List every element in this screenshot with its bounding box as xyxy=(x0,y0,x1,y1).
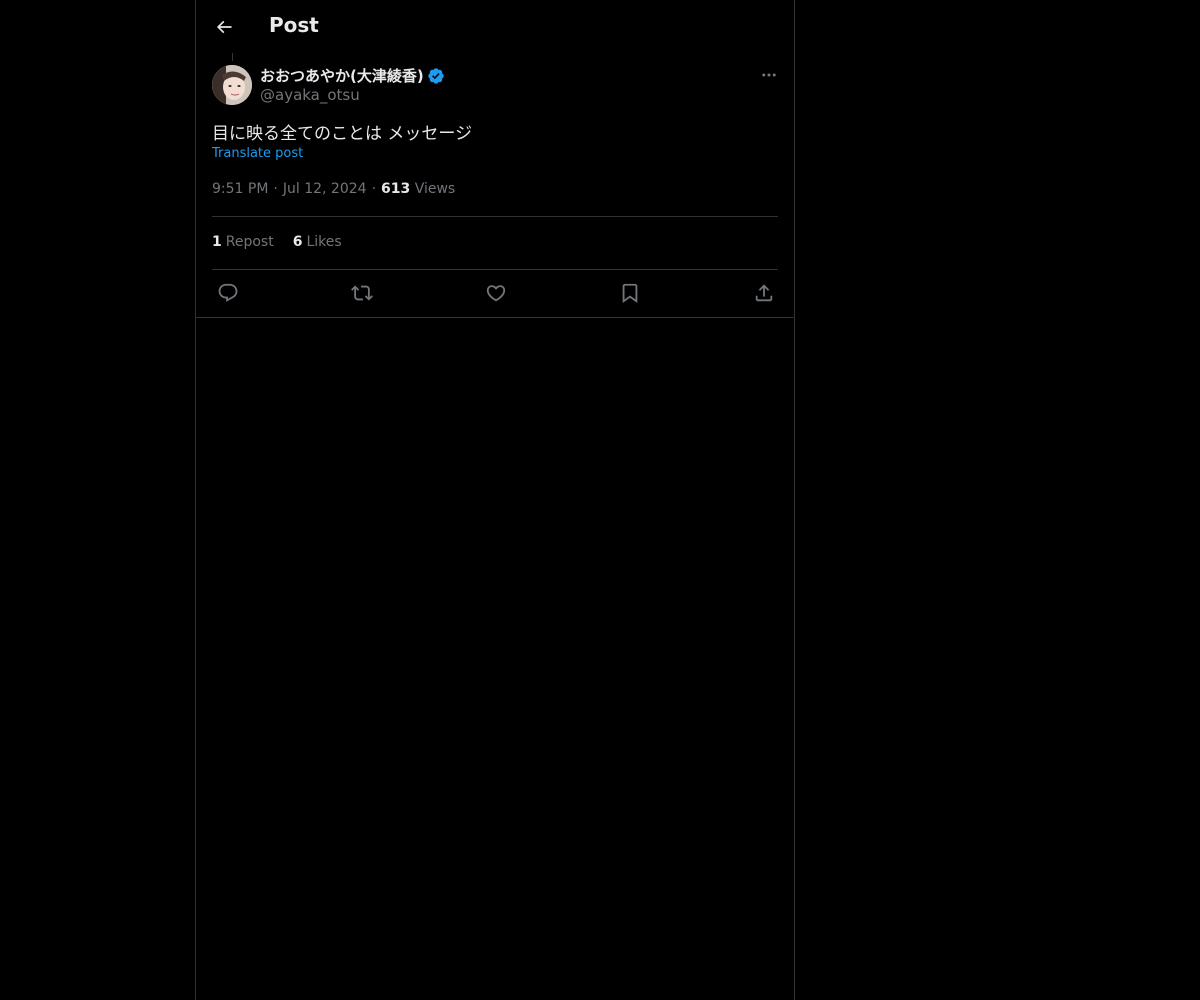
reposts-stat[interactable]: 1 Repost xyxy=(212,234,274,250)
repost-button[interactable] xyxy=(350,281,374,305)
post-time[interactable]: 9:51 PM xyxy=(212,181,268,197)
author-handle[interactable]: @ayaka_otsu xyxy=(260,86,360,104)
divider xyxy=(196,317,794,318)
translate-post-link[interactable]: Translate post xyxy=(212,146,303,161)
author-display-name: おおつあやか(大津綾香) xyxy=(260,67,424,85)
post-text: 目に映る全てのことは メッセージ xyxy=(212,124,473,144)
divider xyxy=(212,269,778,270)
page-header: Post xyxy=(196,0,794,53)
post-meta: 9:51 PM · Jul 12, 2024 · 613 Views xyxy=(212,181,455,197)
reposts-count: 1 xyxy=(212,234,222,250)
divider xyxy=(212,216,778,217)
arrow-left-icon xyxy=(214,17,234,37)
likes-count: 6 xyxy=(292,234,303,250)
likes-label: Likes xyxy=(306,234,342,250)
page-title: Post xyxy=(269,13,319,37)
author-name[interactable]: おおつあやか(大津綾香) xyxy=(260,65,445,86)
share-button[interactable] xyxy=(752,281,776,305)
like-icon xyxy=(485,282,507,304)
thread-connector-line xyxy=(232,53,233,61)
more-options-button[interactable] xyxy=(758,64,780,86)
meta-separator: · xyxy=(371,181,377,197)
share-icon xyxy=(753,282,775,304)
post-date[interactable]: Jul 12, 2024 xyxy=(283,181,367,197)
bookmark-icon xyxy=(619,282,641,304)
bookmark-button[interactable] xyxy=(618,281,642,305)
views-label: Views xyxy=(414,181,456,197)
post-column: Post おおつあやか(大津綾香) @ayaka_otsu 目に映る全てのことは… xyxy=(195,0,795,1000)
reposts-label: Repost xyxy=(225,234,274,250)
reply-icon xyxy=(217,282,239,304)
likes-stat[interactable]: 6 Likes xyxy=(293,234,342,250)
avatar[interactable] xyxy=(212,65,252,105)
more-dots-icon xyxy=(760,66,778,84)
views-count: 613 xyxy=(381,181,411,197)
like-button[interactable] xyxy=(484,281,508,305)
post-stats: 1 Repost 6 Likes xyxy=(212,234,361,250)
repost-icon xyxy=(351,282,373,304)
verified-badge-icon xyxy=(427,67,445,85)
back-button[interactable] xyxy=(208,11,240,43)
reply-button[interactable] xyxy=(216,281,240,305)
meta-separator: · xyxy=(273,181,278,197)
